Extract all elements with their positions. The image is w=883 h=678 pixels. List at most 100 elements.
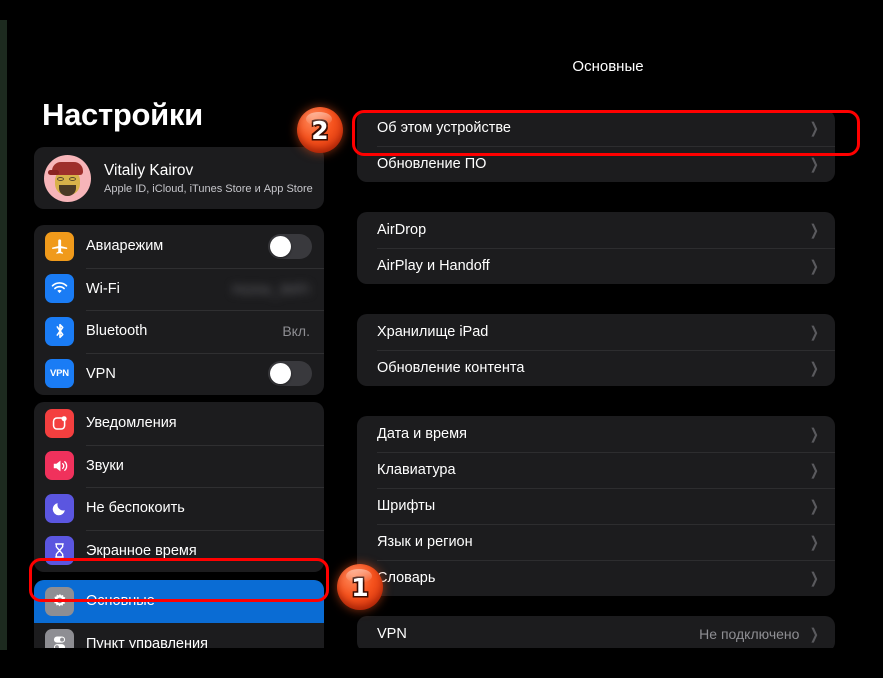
sidebar-item-label: Wi-Fi — [86, 280, 120, 297]
panel-item-slovar[interactable]: Словарь ❯ — [357, 560, 835, 596]
sidebar-group-connectivity: Авиарежим Wi-Fi Home_WiFi Bluetooth Вкл.… — [34, 225, 324, 395]
panel-item-obnovlenie-kontenta[interactable]: Обновление контента ❯ — [357, 350, 835, 386]
hourglass-icon — [45, 536, 74, 566]
panel-item-accessory: ❯ — [808, 427, 821, 442]
bluetooth-state-value: Вкл. — [282, 323, 310, 340]
sidebar-item-label: Не беспокоить — [86, 500, 185, 517]
profile-subtitle: Apple ID, iCloud, iTunes Store и App Sto… — [104, 182, 313, 195]
sidebar-item-vpn[interactable]: VPN VPN — [34, 352, 324, 396]
sidebar-item-zvuki[interactable]: Звуки — [34, 444, 324, 488]
panel-item-label: Шрифты — [377, 498, 436, 514]
avatar-cap-brim — [48, 169, 59, 175]
sidebar-item-wifi[interactable]: Wi-Fi Home_WiFi — [34, 267, 324, 311]
panel-item-accessory: ❯ — [808, 535, 821, 550]
panel-item-obnovlenie-po[interactable]: Обновление ПО ❯ — [357, 146, 835, 182]
notifications-icon — [45, 408, 74, 438]
sounds-icon — [45, 451, 74, 481]
sidebar-item-label: Уведомления — [86, 415, 177, 432]
panel-item-label: Словарь — [377, 570, 436, 586]
chevron-right-icon: ❯ — [810, 497, 820, 515]
annotation-badge-number: 2 — [311, 115, 329, 145]
panel-item-vpn[interactable]: VPN Не подключено ❯ — [357, 616, 835, 648]
vpn-status-value: Не подключено — [699, 626, 800, 642]
sidebar-item-label: Звуки — [86, 457, 124, 474]
airplane-mode-toggle[interactable] — [268, 233, 312, 259]
sidebar-item-aviarezhim[interactable]: Авиарежим — [34, 225, 324, 268]
chevron-right-icon: ❯ — [810, 461, 820, 479]
panel-item-accessory: ❯ — [808, 361, 821, 376]
sidebar-item-label: Экранное время — [86, 542, 197, 559]
chevron-right-icon: ❯ — [810, 119, 820, 137]
settings-sidebar: Настройки Vitaliy Kairov Apple ID, iClou… — [7, 20, 332, 648]
panel-item-accessory: ❯ — [808, 499, 821, 514]
sidebar-group-general: Основные Пункт управления A — [34, 580, 324, 648]
sidebar-item-osnovnye[interactable]: Основные — [34, 580, 324, 623]
panel-item-klaviatura[interactable]: Клавиатура ❯ — [357, 452, 835, 488]
chevron-right-icon: ❯ — [810, 257, 820, 275]
apple-id-profile-row[interactable]: Vitaliy Kairov Apple ID, iCloud, iTunes … — [34, 147, 324, 209]
sidebar-item-punkt-upravleniya[interactable]: Пункт управления — [34, 623, 324, 648]
panel-item-label: Язык и регион — [377, 534, 473, 550]
chevron-right-icon: ❯ — [810, 359, 820, 377]
panel-item-data-i-vremya[interactable]: Дата и время ❯ — [357, 416, 835, 452]
sidebar-item-ekrannoe-vremya[interactable]: Экранное время — [34, 529, 324, 573]
sidebar-group-notifications: Уведомления Звуки Не беспокоить Экранное… — [34, 402, 324, 572]
vpn-toggle[interactable] — [268, 361, 312, 387]
vpn-icon: VPN — [45, 359, 74, 389]
panel-item-yazyk-i-region[interactable]: Язык и регион ❯ — [357, 524, 835, 560]
panel-title: Основные — [572, 58, 644, 75]
profile-name: Vitaliy Kairov — [104, 161, 194, 179]
panel-group-locale: Дата и время ❯ Клавиатура ❯ Шрифты ❯ Язы… — [357, 416, 835, 596]
panel-item-hranilishche-ipad[interactable]: Хранилище iPad ❯ — [357, 314, 835, 350]
panel-item-label: Дата и время — [377, 426, 467, 442]
bluetooth-icon — [45, 316, 74, 346]
panel-item-label: Клавиатура — [377, 462, 456, 478]
moon-icon — [45, 493, 74, 523]
chevron-right-icon: ❯ — [810, 155, 820, 173]
sidebar-item-uvedomleniya[interactable]: Уведомления — [34, 402, 324, 445]
panel-item-accessory: ❯ — [808, 157, 821, 172]
panel-group-sharing: AirDrop ❯ AirPlay и Handoff ❯ — [357, 212, 835, 284]
airplane-icon — [45, 231, 74, 261]
panel-item-accessory: ❯ — [808, 259, 821, 274]
panel-item-label: VPN — [377, 626, 407, 642]
memoji-avatar — [44, 154, 91, 202]
avatar-eye-right — [69, 176, 76, 181]
wifi-icon — [45, 274, 74, 304]
chevron-right-icon: ❯ — [810, 569, 820, 587]
panel-item-label: Обновление контента — [377, 360, 525, 376]
panel-item-label: Хранилище iPad — [377, 324, 489, 340]
gear-icon — [45, 586, 74, 616]
panel-item-accessory: ❯ — [808, 121, 821, 136]
sidebar-item-label: Bluetooth — [86, 323, 148, 340]
panel-item-accessory: ❯ — [808, 223, 821, 238]
wifi-network-value: Home_WiFi — [232, 280, 310, 297]
panel-group-storage: Хранилище iPad ❯ Обновление контента ❯ — [357, 314, 835, 386]
ipad-settings-screen: 14:47 Сб 25 янв. 40 % — [0, 0, 883, 678]
profile-text: Vitaliy Kairov Apple ID, iCloud, iTunes … — [104, 162, 313, 195]
sidebar-item-label: Авиарежим — [86, 238, 164, 255]
panel-item-airdrop[interactable]: AirDrop ❯ — [357, 212, 835, 248]
panel-item-ob-etom-ustroystve[interactable]: Об этом устройстве ❯ — [357, 110, 835, 146]
sidebar-item-ne-bespokoit[interactable]: Не беспокоить — [34, 487, 324, 530]
panel-item-label: AirDrop — [377, 222, 427, 238]
chevron-right-icon: ❯ — [810, 425, 820, 443]
panel-group-vpn: VPN Не подключено ❯ — [357, 616, 835, 648]
chevron-right-icon: ❯ — [810, 625, 820, 643]
toggle-knob — [270, 235, 291, 257]
general-settings-panel: Основные Об этом устройстве ❯ Обновление… — [333, 20, 883, 648]
chevron-right-icon: ❯ — [810, 323, 820, 341]
toggle-knob — [270, 363, 291, 385]
sidebar-item-label: Основные — [86, 593, 155, 610]
annotation-badge-1: 1 — [337, 564, 383, 610]
panel-item-shrifty[interactable]: Шрифты ❯ — [357, 488, 835, 524]
panel-item-accessory: ❯ — [808, 325, 821, 340]
panel-item-airplay-handoff[interactable]: AirPlay и Handoff ❯ — [357, 248, 835, 284]
panel-item-accessory: ❯ — [808, 463, 821, 478]
sidebar-item-label: VPN — [86, 365, 116, 382]
panel-item-label: AirPlay и Handoff — [377, 258, 490, 274]
sidebar-item-bluetooth[interactable]: Bluetooth Вкл. — [34, 310, 324, 353]
sidebar-item-label: Пункт управления — [86, 635, 208, 648]
avatar-beard — [59, 184, 76, 196]
panel-item-label: Обновление ПО — [377, 156, 487, 172]
